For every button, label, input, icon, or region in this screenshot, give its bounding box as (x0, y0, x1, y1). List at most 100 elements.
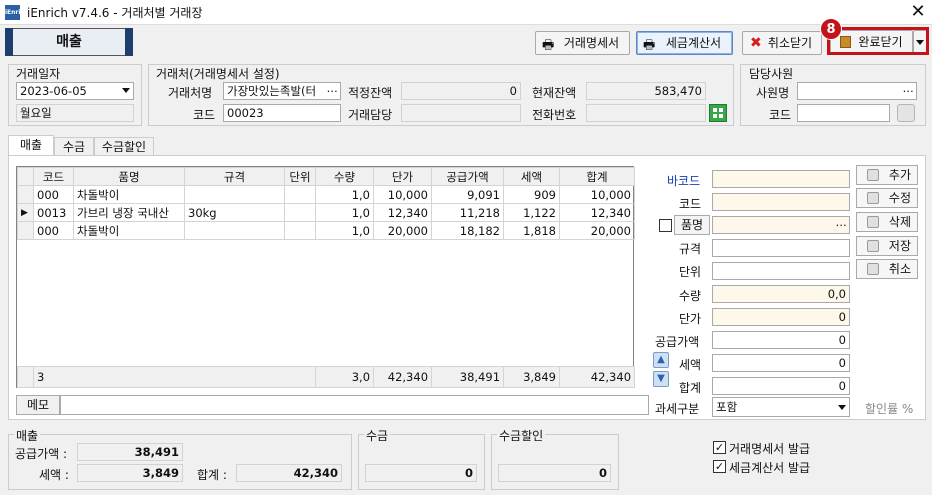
grid-icon[interactable] (709, 104, 727, 122)
cell-qty[interactable]: 1,0 (315, 203, 374, 222)
cell-name[interactable]: 가브리 냉장 국내산 (73, 203, 185, 222)
qty-label: 수량 (679, 289, 702, 303)
mode-left-bar (5, 28, 13, 56)
more-dots-icon[interactable]: ⋯ (327, 83, 339, 99)
unit-field[interactable] (712, 262, 850, 280)
cell-supply[interactable]: 11,218 (431, 203, 504, 222)
partner-code-field[interactable]: 00023 (223, 104, 341, 122)
cell-supply[interactable]: 18,182 (431, 221, 504, 240)
total-field[interactable]: 0 (712, 377, 850, 395)
table-row[interactable]: ▶ 0013 가브리 냉장 국내산 30kg 1,0 12,340 11,218… (17, 203, 635, 222)
save-button[interactable]: 저장 (856, 236, 918, 256)
sales-summary-title: 매출 (14, 427, 41, 444)
column-header[interactable]: 코드 (33, 167, 74, 186)
cell-tax[interactable]: 909 (503, 185, 560, 204)
cell-code[interactable]: 000 (33, 221, 74, 240)
staff-name-field[interactable]: ⋯ (797, 82, 917, 100)
column-header[interactable]: 단위 (284, 167, 316, 186)
item-name-button[interactable]: 품명 (674, 215, 710, 235)
cancel-close-button[interactable]: ✖ 취소닫기 (742, 31, 822, 55)
arrow-up-icon[interactable]: ▲ (653, 352, 669, 368)
footer-count: 3 (32, 366, 316, 388)
cell-spec[interactable] (184, 221, 285, 240)
spec-field[interactable] (712, 239, 850, 257)
partner-name-value: 가장맛있는족발(터 (227, 84, 317, 98)
print-statement-button[interactable]: 🖶 거래명세서 (535, 31, 630, 55)
tax-type-label: 과세구분 (655, 402, 700, 416)
sales-grid[interactable]: 코드 품명 규격 단위 수량 단가 공급가액 세액 합계 000 차돌박이 1,… (16, 166, 636, 388)
cell-tax[interactable]: 1,122 (503, 203, 560, 222)
tax-field[interactable]: 0 (712, 354, 850, 372)
price-field[interactable]: 0 (712, 308, 850, 326)
weekday-field: 월요일 (16, 104, 134, 122)
column-header[interactable]: 수량 (315, 167, 374, 186)
staff-lookup-icon[interactable] (897, 104, 915, 122)
column-header[interactable]: 품명 (73, 167, 185, 186)
column-header[interactable]: 공급가액 (431, 167, 504, 186)
more-dots-icon[interactable]: ⋯ (836, 217, 848, 233)
cell-code[interactable]: 0013 (33, 203, 74, 222)
cell-unit[interactable] (284, 221, 316, 240)
cell-qty[interactable]: 1,0 (315, 221, 374, 240)
collection-discount-field: 0 (498, 464, 611, 482)
table-row[interactable]: 000 차돌박이 1,0 10,000 9,091 909 10,000 (17, 185, 635, 204)
add-button[interactable]: 추가 (856, 165, 918, 185)
barcode-field[interactable] (712, 170, 850, 188)
cell-tax[interactable]: 1,818 (503, 221, 560, 240)
column-header[interactable]: 합계 (559, 167, 635, 186)
proper-balance-label: 적정잔액 (348, 86, 393, 100)
collection-summary-field: 0 (365, 464, 477, 482)
issue-tax-invoice-checkbox[interactable]: ✓ (713, 460, 726, 473)
supply-field[interactable]: 0 (712, 331, 850, 349)
trade-date-picker[interactable]: 2023-06-05 (16, 82, 134, 100)
cell-supply[interactable]: 9,091 (431, 185, 504, 204)
window-close-icon[interactable]: ✕ (906, 1, 930, 23)
column-header[interactable]: 단가 (373, 167, 432, 186)
cell-spec[interactable]: 30kg (184, 203, 285, 222)
print-tax-invoice-button[interactable]: 🖶 세금계산서 (636, 31, 733, 55)
cell-total[interactable]: 20,000 (559, 221, 635, 240)
qty-field[interactable]: 0,0 (712, 285, 850, 303)
printer-icon: 🖶 (643, 38, 656, 53)
cell-name[interactable]: 차돌박이 (73, 185, 185, 204)
partner-name-field[interactable]: 가장맛있는족발(터 ⋯ (223, 82, 341, 100)
unit-label: 단위 (679, 265, 702, 279)
summary-total-label: 합계 : (197, 468, 227, 482)
summary-supply-field: 38,491 (77, 443, 183, 461)
cell-price[interactable]: 20,000 (373, 221, 432, 240)
tab-collection[interactable]: 수금 (54, 137, 94, 157)
table-row[interactable]: 000 차돌박이 1,0 20,000 18,182 1,818 20,000 (17, 221, 635, 240)
delete-button[interactable]: 삭제 (856, 212, 918, 232)
column-header[interactable]: 세액 (503, 167, 560, 186)
edit-button[interactable]: 수정 (856, 188, 918, 208)
cell-qty[interactable]: 1,0 (315, 185, 374, 204)
item-checkbox[interactable] (659, 219, 672, 232)
collection-discount-title: 수금할인 (497, 427, 546, 444)
cell-spec[interactable] (184, 185, 285, 204)
staff-code-field[interactable] (797, 104, 890, 122)
cell-total[interactable]: 10,000 (559, 185, 635, 204)
cell-price[interactable]: 12,340 (373, 203, 432, 222)
cell-name[interactable]: 차돌박이 (73, 221, 185, 240)
mode-label: 매출 (56, 34, 82, 50)
cancel-button[interactable]: 취소 (856, 259, 918, 279)
edit-label: 수정 (888, 191, 911, 205)
form-code-field[interactable] (712, 193, 850, 211)
arrow-down-icon[interactable]: ▼ (653, 371, 669, 387)
cell-total[interactable]: 12,340 (559, 203, 635, 222)
spec-label: 규격 (679, 242, 702, 256)
item-name-field[interactable]: ⋯ (712, 216, 850, 234)
cell-code[interactable]: 000 (33, 185, 74, 204)
issue-statement-checkbox[interactable]: ✓ (713, 441, 726, 454)
cell-unit[interactable] (284, 185, 316, 204)
column-header[interactable]: 규격 (184, 167, 285, 186)
tab-sales[interactable]: 매출 (8, 135, 54, 157)
chevron-down-icon (838, 405, 846, 410)
more-dots-icon[interactable]: ⋯ (903, 83, 915, 99)
tab-collection-discount[interactable]: 수금할인 (94, 137, 154, 157)
cell-unit[interactable] (284, 203, 316, 222)
tax-type-select[interactable]: 포함 (712, 397, 850, 417)
current-balance-field: 583,470 (586, 82, 706, 100)
memo-field[interactable] (60, 395, 649, 415)
cell-price[interactable]: 10,000 (373, 185, 432, 204)
